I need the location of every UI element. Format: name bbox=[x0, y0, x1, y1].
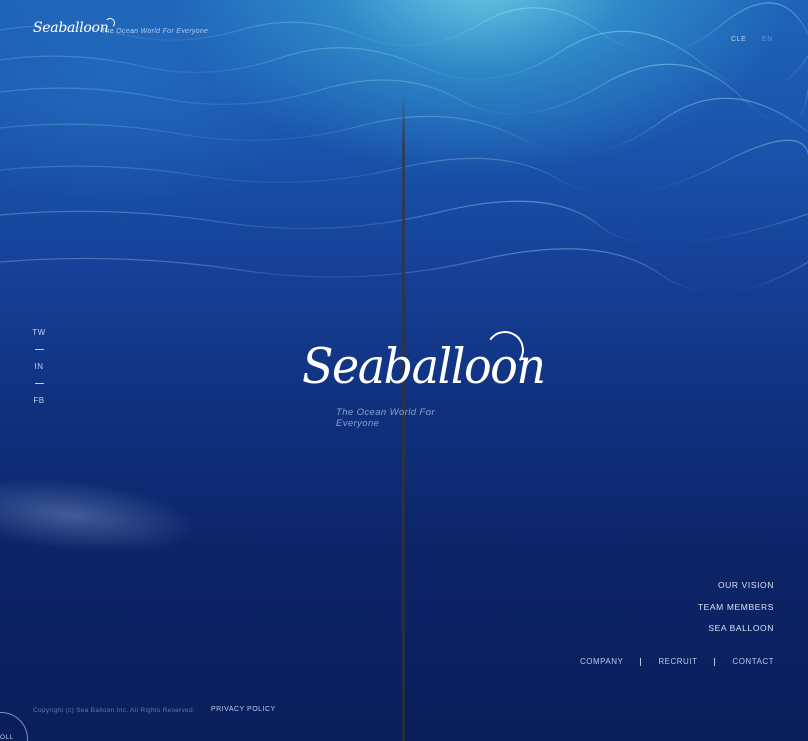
hero-tagline: The Ocean World For Everyone bbox=[336, 407, 435, 429]
facebook-link[interactable]: FB bbox=[33, 396, 44, 405]
nav-recruit[interactable]: RECRUIT bbox=[658, 657, 697, 666]
header-tagline: The Ocean World For Everyone bbox=[101, 28, 209, 35]
instagram-link[interactable]: IN bbox=[35, 362, 44, 371]
copyright-text: Copyright (c) Sea Balloon,Inc. All Right… bbox=[33, 707, 195, 714]
light-haze bbox=[0, 466, 203, 564]
header-logo-text: Seaballoon bbox=[33, 20, 109, 36]
nav-contact[interactable]: CONTACT bbox=[732, 657, 774, 666]
nav-sea-balloon[interactable]: SEA BALLOON bbox=[708, 623, 774, 634]
divider bbox=[34, 349, 44, 350]
nav-team-members[interactable]: TEAM MEMBERS bbox=[698, 602, 774, 613]
divider bbox=[640, 657, 642, 666]
nav-company[interactable]: COMPANY bbox=[580, 657, 623, 666]
divider bbox=[34, 383, 44, 384]
hero-background: Seaballoon The Ocean World For Everyone … bbox=[0, 0, 808, 741]
nav-our-vision[interactable]: OUR VISION bbox=[718, 580, 774, 591]
header-logo[interactable]: Seaballoon bbox=[33, 18, 116, 36]
twitter-link[interactable]: TW bbox=[32, 328, 45, 337]
scroll-label: OLL bbox=[0, 734, 14, 741]
footer-nav: COMPANY RECRUIT CONTACT bbox=[580, 657, 774, 666]
privacy-policy-link[interactable]: PRIVACY POLICY bbox=[211, 706, 276, 713]
language-switch-en[interactable]: EN bbox=[762, 36, 773, 43]
divider bbox=[714, 657, 716, 666]
social-links: TW IN FB bbox=[29, 328, 49, 405]
main-nav: OUR VISION TEAM MEMBERS SEA BALLOON bbox=[698, 580, 774, 645]
language-switch-ja[interactable]: CLE bbox=[731, 36, 746, 43]
hero-logo: Seaballoon bbox=[302, 327, 546, 396]
